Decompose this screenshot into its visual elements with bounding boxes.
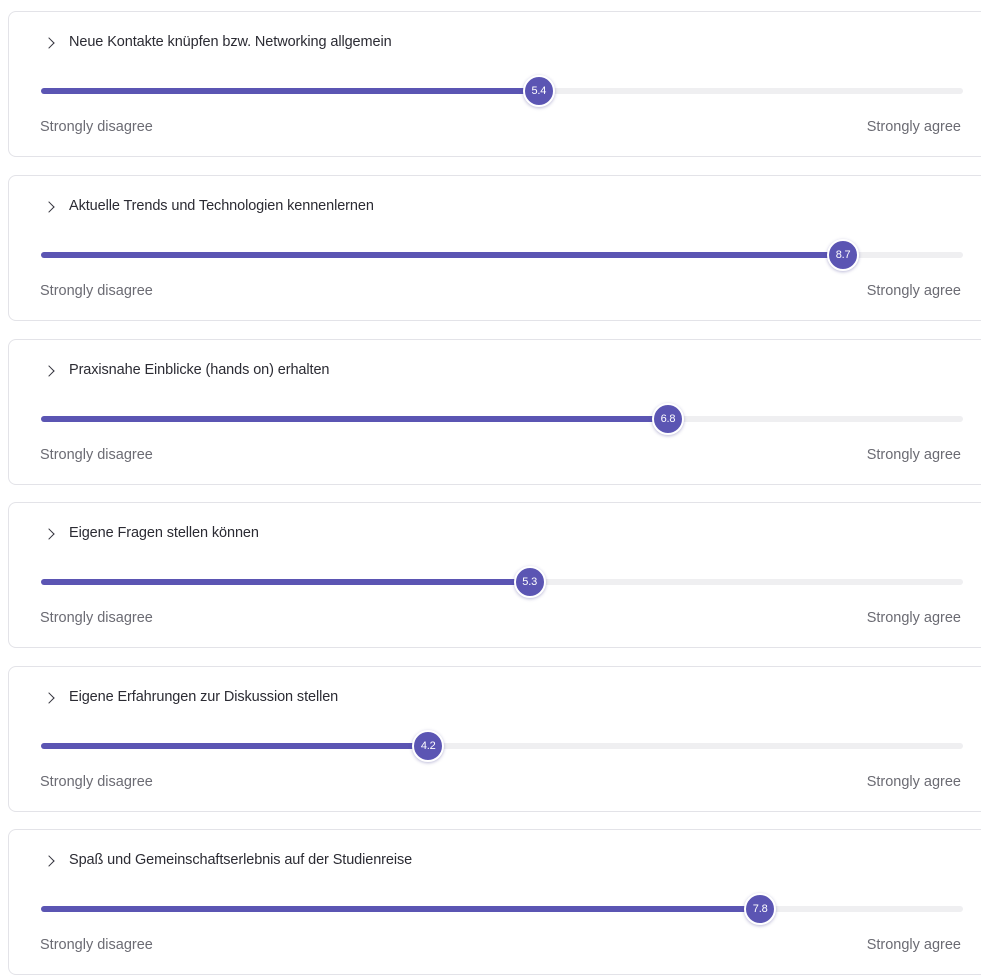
scale-min-label: Strongly disagree <box>40 447 153 463</box>
slider-thumb[interactable]: 5.4 <box>522 75 555 107</box>
scale-max-label: Strongly agree <box>866 447 961 463</box>
scale-min-label: Strongly disagree <box>40 283 153 299</box>
slider-value: 6.8 <box>660 413 676 425</box>
scale-max-label: Strongly agree <box>866 774 961 790</box>
scale-min-label: Strongly disagree <box>40 119 153 135</box>
slider-fill <box>41 416 668 422</box>
slider-fill <box>41 743 429 749</box>
question-header[interactable]: Eigene Fragen stellen können <box>43 525 259 541</box>
scale-max-label: Strongly agree <box>866 610 961 626</box>
slider-track[interactable]: 5.4 <box>41 75 963 107</box>
question-header[interactable]: Aktuelle Trends und Technologien kennenl… <box>43 198 374 214</box>
slider-thumb[interactable]: 5.3 <box>513 566 546 598</box>
question-header[interactable]: Praxisnahe Einblicke (hands on) erhalten <box>43 362 330 378</box>
slider-thumb[interactable]: 6.8 <box>651 403 684 435</box>
question-card: Praxisnahe Einblicke (hands on) erhalten… <box>8 339 981 485</box>
slider-value: 7.8 <box>752 903 768 915</box>
question-card: Neue Kontakte knüpfen bzw. Networking al… <box>8 11 981 157</box>
slider-value: 4.2 <box>420 740 436 752</box>
slider-thumb[interactable]: 4.2 <box>412 730 445 762</box>
slider-track[interactable]: 7.8 <box>41 893 963 925</box>
slider-track[interactable]: 6.8 <box>41 403 963 435</box>
slider-fill <box>41 906 761 912</box>
question-card: Eigene Fragen stellen können 5.3 Strongl… <box>8 502 981 648</box>
scale-max-label: Strongly agree <box>866 283 961 299</box>
scale-min-label: Strongly disagree <box>40 937 153 953</box>
question-title: Neue Kontakte knüpfen bzw. Networking al… <box>69 34 392 50</box>
question-title: Aktuelle Trends und Technologien kennenl… <box>69 198 374 214</box>
slider-fill <box>41 252 844 258</box>
slider-thumb[interactable]: 7.8 <box>744 893 777 925</box>
scale-min-label: Strongly disagree <box>40 610 153 626</box>
question-header[interactable]: Eigene Erfahrungen zur Diskussion stelle… <box>43 689 339 705</box>
scale-max-label: Strongly agree <box>866 119 961 135</box>
slider-value: 8.7 <box>835 249 851 261</box>
chevron-right-icon[interactable] <box>43 691 55 704</box>
slider-value: 5.3 <box>522 576 537 588</box>
question-header[interactable]: Spaß und Gemeinschaftserlebnis auf der S… <box>43 852 413 868</box>
question-title: Eigene Fragen stellen können <box>69 525 259 541</box>
chevron-right-icon[interactable] <box>43 854 55 867</box>
slider-fill <box>41 579 530 585</box>
question-title: Spaß und Gemeinschaftserlebnis auf der S… <box>69 852 413 868</box>
scale-min-label: Strongly disagree <box>40 774 153 790</box>
scale-max-label: Strongly agree <box>866 937 961 953</box>
slider-track[interactable]: 4.2 <box>41 730 963 762</box>
question-card: Spaß und Gemeinschaftserlebnis auf der S… <box>8 829 981 975</box>
question-header[interactable]: Neue Kontakte knüpfen bzw. Networking al… <box>43 34 392 50</box>
question-title: Eigene Erfahrungen zur Diskussion stelle… <box>69 689 339 705</box>
slider-value: 5.4 <box>531 85 547 97</box>
question-card: Eigene Erfahrungen zur Diskussion stelle… <box>8 666 981 812</box>
slider-fill <box>41 88 539 94</box>
slider-thumb[interactable]: 8.7 <box>827 239 860 271</box>
chevron-right-icon[interactable] <box>43 36 55 49</box>
question-card: Aktuelle Trends und Technologien kennenl… <box>8 175 981 321</box>
slider-track[interactable]: 5.3 <box>41 566 963 598</box>
chevron-right-icon[interactable] <box>43 527 55 540</box>
chevron-right-icon[interactable] <box>43 200 55 213</box>
chevron-right-icon[interactable] <box>43 364 55 377</box>
question-title: Praxisnahe Einblicke (hands on) erhalten <box>69 362 330 378</box>
slider-track[interactable]: 8.7 <box>41 239 963 271</box>
